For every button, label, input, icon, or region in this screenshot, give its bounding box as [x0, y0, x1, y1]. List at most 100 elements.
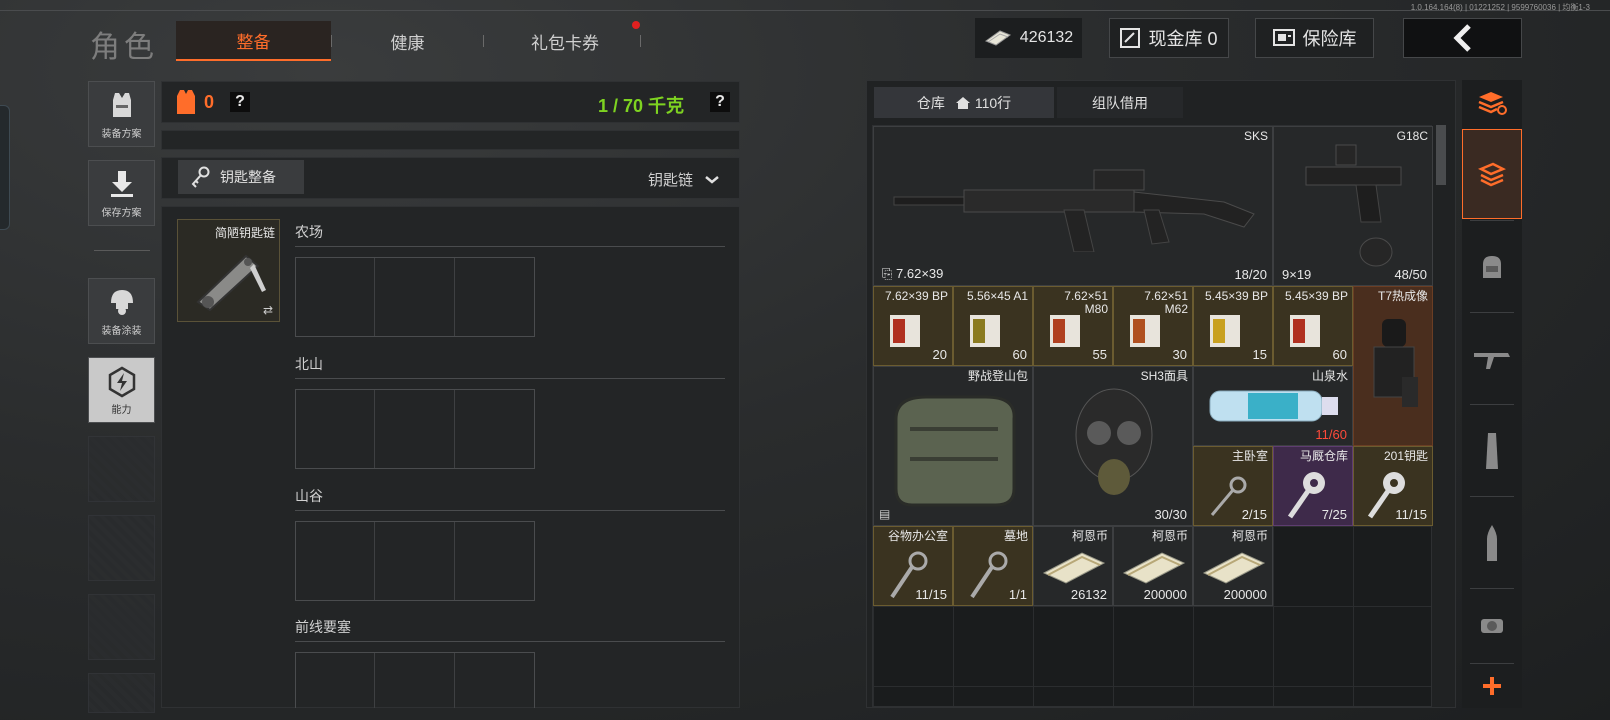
item-ammo[interactable]: 5.45×39 BP 15 — [1193, 286, 1273, 366]
ability-button[interactable]: 能力 — [88, 357, 155, 423]
add-category-button[interactable] — [1462, 664, 1522, 708]
key-slots-frontline-fortress[interactable] — [295, 652, 535, 708]
keychain-prepare-tab[interactable]: 钥匙整备 — [178, 160, 304, 194]
tab-storage-label: 仓库 — [916, 94, 945, 111]
item-name: 谷物办公室 — [887, 529, 948, 543]
item-coin[interactable]: 柯恩币 200000 — [1113, 526, 1193, 606]
item-field-backpack[interactable]: 野战登山包 ▤ — [873, 366, 1033, 526]
category-weapons[interactable] — [1462, 314, 1522, 404]
loadout-plan-button[interactable]: 装备方案 — [88, 81, 155, 147]
item-count: 1/1 — [1008, 587, 1027, 602]
equipment-paint-button[interactable]: 装备涂装 — [88, 278, 155, 344]
item-coin[interactable]: 柯恩币 26132 — [1033, 526, 1113, 606]
key-slots-valley[interactable] — [295, 521, 535, 601]
item-name: 5.45×39 BP — [1284, 289, 1348, 303]
money-stack-icon — [1202, 552, 1266, 584]
tab-storage[interactable]: 仓库 110行 — [874, 87, 1054, 118]
swap-icon[interactable]: ⇄ — [263, 303, 273, 317]
category-divider — [1470, 588, 1514, 589]
category-all[interactable] — [1462, 129, 1522, 219]
helmet-icon — [110, 290, 133, 315]
money-stack-icon — [1122, 552, 1186, 584]
warehouse-grid[interactable]: SKS ⎘ 7.62×39 18/20 G18C 9×19 48/50 7.62… — [872, 125, 1433, 707]
cash-vault-button[interactable]: 现金库 0 — [1109, 18, 1229, 58]
warehouse-scrollbar[interactable] — [1436, 125, 1446, 185]
item-count: 26132 — [1070, 587, 1107, 602]
item-name: 柯恩币 — [1231, 529, 1268, 543]
tab-separator — [640, 35, 641, 47]
item-name: 201钥匙 — [1383, 449, 1428, 463]
rail-empty-slot — [88, 515, 155, 581]
ammo-icon — [1487, 525, 1497, 561]
keychain-dropdown[interactable]: 钥匙链 — [648, 169, 719, 190]
chevron-down-icon — [705, 175, 719, 184]
item-spring-water[interactable]: 山泉水 11/60 — [1193, 366, 1353, 446]
category-ammo[interactable] — [1462, 498, 1522, 588]
ammo-box-icon — [1210, 315, 1240, 347]
item-sks[interactable]: SKS ⎘ 7.62×39 18/20 — [873, 126, 1273, 286]
item-ammo[interactable]: 7.62×51 M80 55 — [1033, 286, 1113, 366]
item-key[interactable]: 马厩仓库 7/25 — [1273, 446, 1353, 526]
item-key[interactable]: 墓地 1/1 — [953, 526, 1033, 606]
rail-empty-slot — [88, 673, 155, 713]
category-attachments[interactable] — [1462, 590, 1522, 662]
item-name: T7热成像 — [1377, 289, 1428, 303]
ammo-box-icon — [970, 315, 1000, 347]
armor-vest-icon — [177, 90, 195, 114]
safe-button[interactable]: 保险库 — [1255, 18, 1374, 58]
item-name: 马厩仓库 — [1299, 449, 1348, 463]
ammo-box-icon — [1290, 315, 1320, 347]
item-coin[interactable]: 柯恩币 200000 — [1193, 526, 1273, 606]
rail-empty-slot — [88, 436, 155, 502]
cash-vault-label: 现金库 0 — [1148, 29, 1218, 49]
zone-divider — [295, 378, 725, 379]
tab-coupons[interactable]: 礼包卡券 — [490, 21, 640, 61]
keychain-slot[interactable]: 简陋钥匙链 ⇄ — [177, 219, 280, 322]
tab-health[interactable]: 健康 — [335, 21, 480, 61]
item-key[interactable]: 201钥匙 11/15 — [1353, 446, 1433, 526]
item-ammo[interactable]: 7.62×51 M62 30 — [1113, 286, 1193, 366]
keychain-prepare-label: 钥匙整备 — [220, 169, 276, 185]
zone-divider — [295, 510, 725, 511]
item-key[interactable]: 谷物办公室 11/15 — [873, 526, 953, 606]
armor-help-button[interactable]: ? — [230, 92, 250, 112]
item-count: 30 — [1172, 347, 1187, 362]
item-count: 48/50 — [1394, 267, 1427, 282]
rifle-icon — [1474, 353, 1510, 369]
version-label: 1.0.164.164(8) | 01221252 | 9599760036 |… — [1410, 3, 1590, 12]
item-key[interactable]: 主卧室 2/15 — [1193, 446, 1273, 526]
save-plan-button[interactable]: 保存方案 — [88, 160, 155, 226]
key-slots-farm[interactable] — [295, 257, 535, 337]
side-drawer-handle[interactable] — [0, 105, 10, 230]
cash-icon — [984, 30, 1011, 46]
item-count: 200000 — [1223, 587, 1267, 602]
item-ammo[interactable]: 7.62×39 BP 20 — [873, 286, 953, 366]
item-t7-thermal[interactable]: T7热成像 — [1353, 286, 1433, 446]
scope-icon — [1481, 619, 1503, 633]
item-sh3-mask[interactable]: SH3面具 30/30 — [1033, 366, 1193, 526]
sort-button[interactable] — [1462, 80, 1522, 126]
item-count: 30/30 — [1154, 507, 1187, 522]
category-divider — [1470, 404, 1514, 405]
tab-team-borrow[interactable]: 组队借用 — [1057, 87, 1183, 118]
download-icon — [110, 171, 133, 197]
tab-prepare[interactable]: 整备 — [176, 21, 331, 61]
zone-label-frontline-fortress: 前线要塞 — [295, 619, 351, 635]
vault-icon — [1120, 28, 1141, 48]
ammo-box-icon — [890, 315, 920, 347]
home-icon — [955, 96, 970, 109]
keychain-image-icon — [196, 254, 266, 312]
item-ammo[interactable]: 5.56×45 A1 60 — [953, 286, 1033, 366]
save-plan-label: 保存方案 — [101, 208, 142, 219]
item-g18c[interactable]: G18C 9×19 48/50 — [1273, 126, 1433, 286]
item-name: 7.62×39 BP — [884, 289, 948, 303]
back-button[interactable] — [1403, 18, 1522, 58]
item-count: 2/15 — [1241, 507, 1267, 522]
weight-help-button[interactable]: ? — [710, 92, 730, 112]
item-count: 60 — [1012, 347, 1027, 362]
item-ammo[interactable]: 5.45×39 BP 60 — [1273, 286, 1353, 366]
category-magazines[interactable] — [1462, 406, 1522, 496]
category-equipment[interactable] — [1462, 222, 1522, 312]
rail-empty-slot — [88, 594, 155, 660]
key-slots-north-mountain[interactable] — [295, 389, 535, 469]
